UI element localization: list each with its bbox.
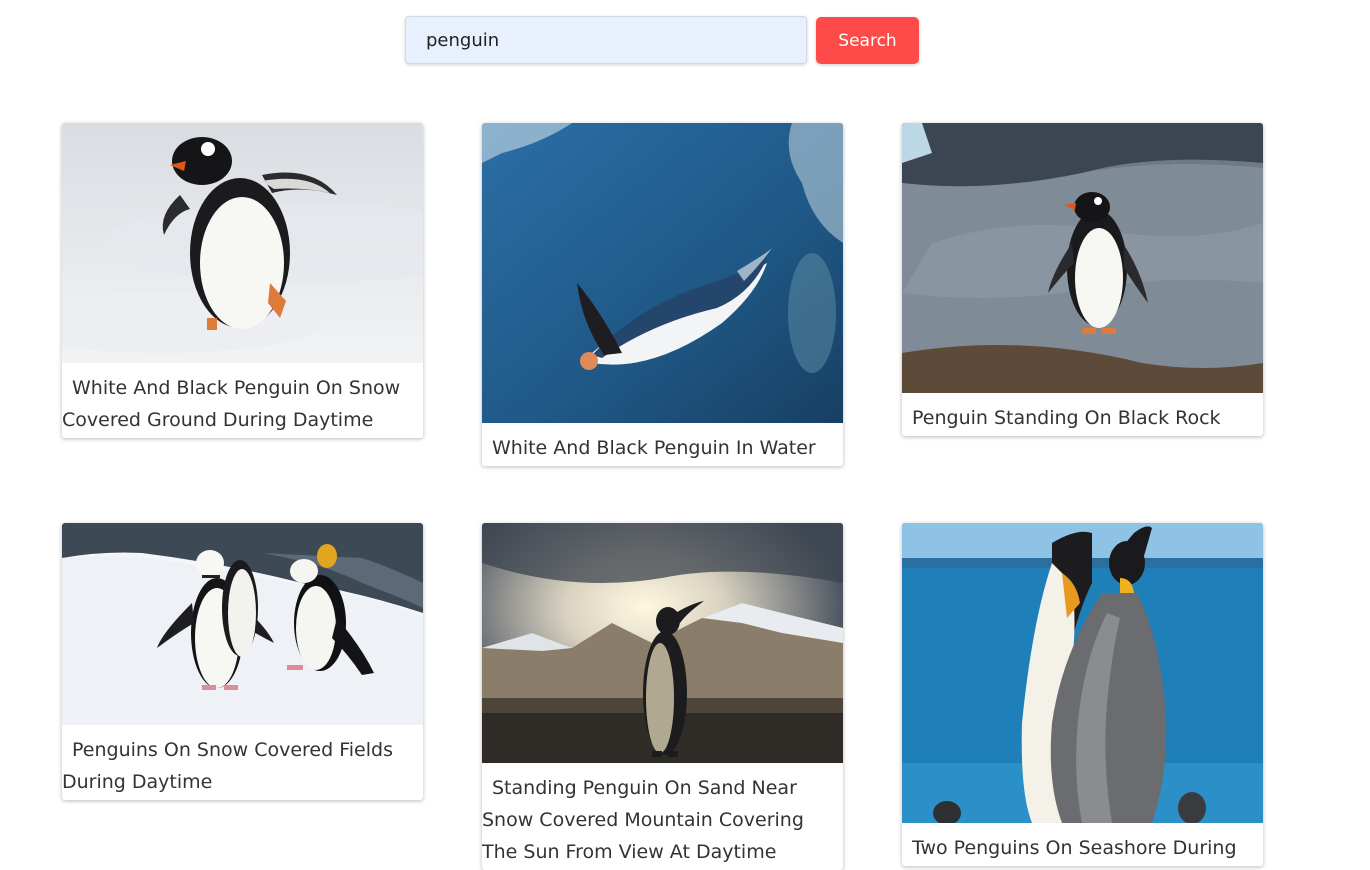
result-card[interactable]: Standing Penguin On Sand Near Snow Cover… [482,523,843,870]
result-title[interactable]: White And Black Penguin In Water [482,423,843,466]
result-card[interactable]: Two Penguins On Seashore During [902,523,1263,866]
penguins-on-snow-field-image[interactable] [62,523,423,725]
penguin-on-rock-image[interactable] [902,123,1263,393]
search-button[interactable]: Search [816,17,919,64]
penguin-on-snow-image[interactable] [62,123,423,363]
result-title[interactable]: Penguins On Snow Covered Fields During D… [62,725,423,800]
result-card[interactable]: White And Black Penguin On Snow Covered … [62,123,423,438]
search-bar: Search [405,16,920,64]
result-card[interactable]: Penguin Standing On Black Rock [902,123,1263,436]
search-input[interactable] [405,16,807,64]
result-title[interactable]: Two Penguins On Seashore During [902,823,1263,866]
result-card[interactable]: White And Black Penguin In Water [482,123,843,466]
result-title[interactable]: Standing Penguin On Sand Near Snow Cover… [482,763,843,870]
result-title[interactable]: White And Black Penguin On Snow Covered … [62,363,423,438]
two-king-penguins-image[interactable] [902,523,1263,823]
result-card[interactable]: Penguins On Snow Covered Fields During D… [62,523,423,800]
penguin-swimming-image[interactable] [482,123,843,423]
result-title[interactable]: Penguin Standing On Black Rock [902,393,1263,436]
penguin-at-sunset-image[interactable] [482,523,843,763]
